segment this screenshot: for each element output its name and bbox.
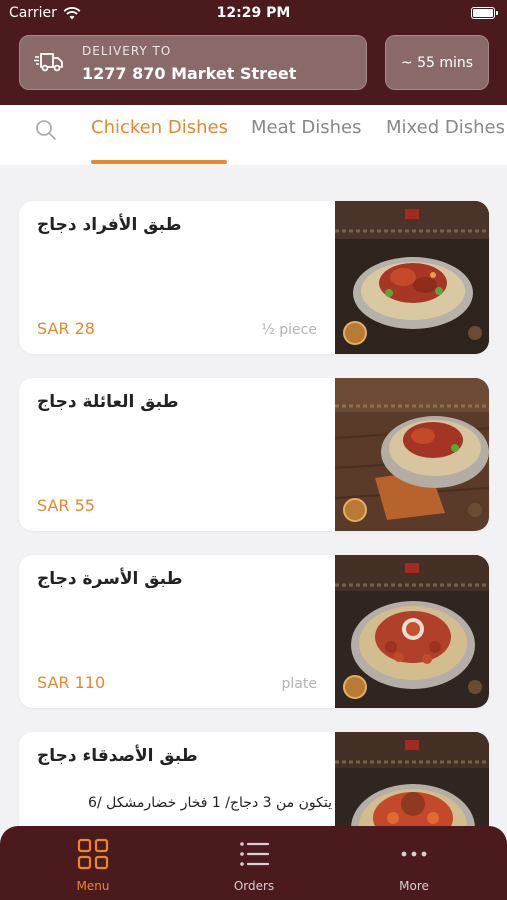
delivery-label: DELIVERY TO: [82, 44, 172, 58]
tab-meat-dishes[interactable]: Meat Dishes: [251, 117, 362, 138]
app-header: Carrier 12:29 PM DELIVERY TO 1277 870 Ma…: [0, 0, 507, 105]
status-time: 12:29 PM: [216, 5, 291, 21]
delivery-truck-icon: [34, 53, 63, 72]
dish-name: طبق الأسرة دجاج: [37, 569, 183, 589]
category-tabs: Chicken Dishes Meat Dishes Mixed Dishes: [0, 105, 507, 165]
eta-label: ~ 55 mins: [400, 54, 474, 71]
dish-unit: ½ piece: [261, 322, 317, 338]
dish-price: SAR 28: [37, 319, 95, 338]
dish-image: [335, 201, 489, 354]
dish-price: SAR 110: [37, 673, 106, 692]
dish-image: [335, 378, 489, 531]
tabbar-item-menu[interactable]: Menu: [33, 826, 153, 900]
list-icon: [240, 842, 270, 866]
dish-unit: plate: [281, 676, 317, 692]
dish-image: [335, 555, 489, 708]
active-tab-indicator: [91, 160, 227, 164]
delivery-address-button[interactable]: DELIVERY TO 1277 870 Market Street: [19, 35, 367, 90]
dish-description: يتكون من 3 دجاج/ 1 فخار خضارمشكل /6: [88, 795, 332, 811]
tabbar-label: Menu: [76, 879, 110, 893]
tabbar-item-more[interactable]: More: [354, 826, 474, 900]
dish-card[interactable]: طبق العائلة دجاج SAR 55: [19, 378, 489, 531]
dish-name: طبق العائلة دجاج: [37, 392, 179, 412]
tab-chicken-dishes[interactable]: Chicken Dishes: [91, 117, 228, 138]
dish-price: SAR 55: [37, 496, 95, 515]
tab-mixed-dishes[interactable]: Mixed Dishes: [386, 117, 505, 138]
dish-name: طبق الأفراد دجاج: [37, 215, 182, 235]
bottom-tab-bar: Menu Orders More: [0, 826, 507, 900]
search-icon[interactable]: [34, 118, 58, 142]
tabbar-item-orders[interactable]: Orders: [194, 826, 314, 900]
tabbar-label: Orders: [233, 879, 275, 893]
tabbar-label: More: [399, 879, 429, 893]
eta-button[interactable]: ~ 55 mins: [385, 35, 489, 90]
dish-card[interactable]: طبق الأفراد دجاج SAR 28 ½ piece: [19, 201, 489, 354]
dish-card[interactable]: طبق الأسرة دجاج SAR 110 plate: [19, 555, 489, 708]
delivery-address: 1277 870 Market Street: [82, 64, 297, 83]
status-bar: Carrier 12:29 PM: [0, 0, 507, 28]
grid-icon: [77, 838, 109, 870]
dish-name: طبق الأصدقاء دجاج: [37, 746, 198, 766]
more-icon: [401, 851, 427, 857]
battery-icon: [471, 7, 498, 19]
